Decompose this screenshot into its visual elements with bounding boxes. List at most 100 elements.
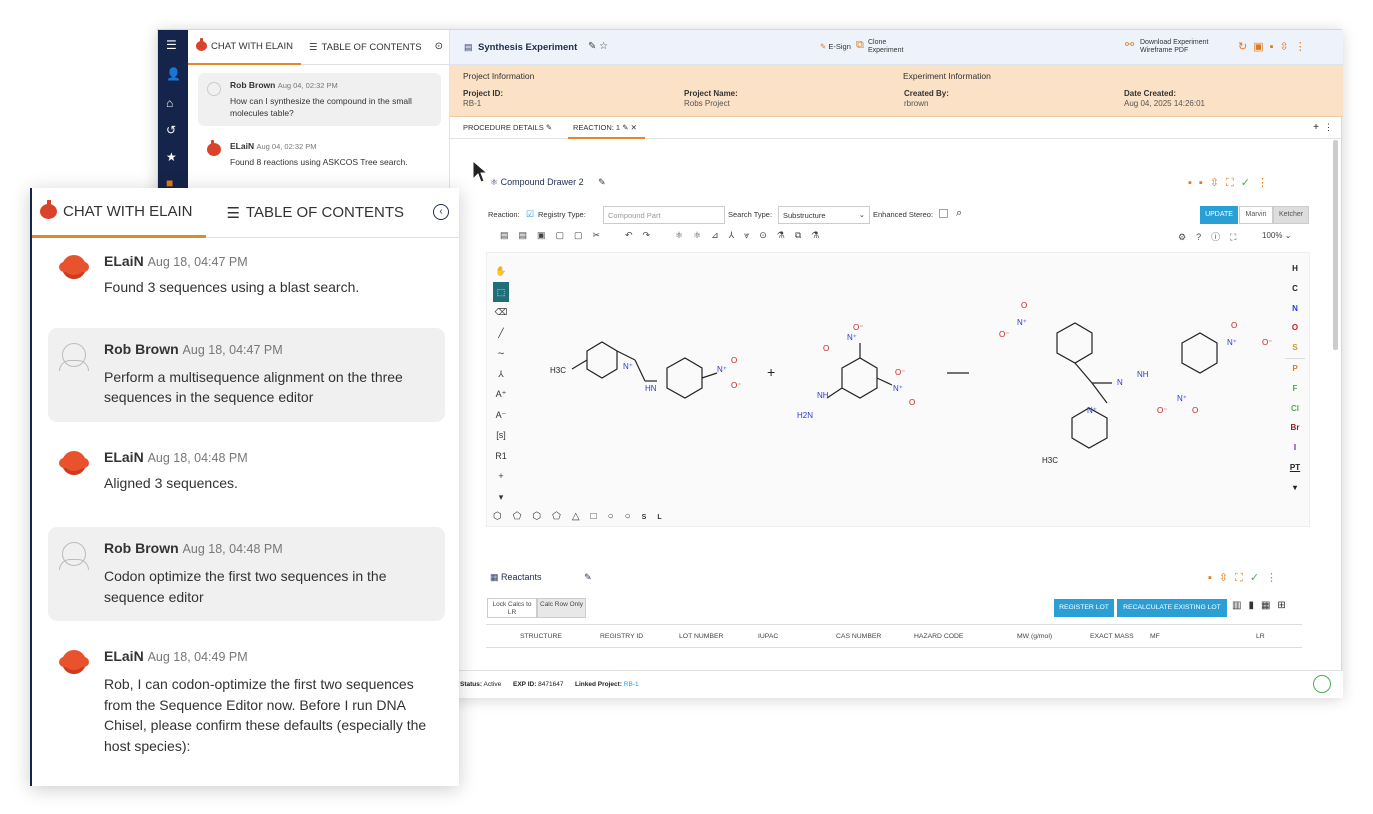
chevron-down-icon: ⌄ — [858, 210, 865, 219]
element-h[interactable]: H — [1285, 259, 1305, 279]
sgroup-icon[interactable]: [s] — [493, 425, 509, 446]
col-exact-mass: EXACT MASS — [1090, 633, 1134, 640]
rgroup-icon[interactable]: R1 — [493, 446, 509, 467]
calc-row-toggle[interactable]: Calc Row Only — [537, 598, 586, 618]
settings-tools[interactable]: ⚙?ⓘ⛶ — [1178, 230, 1246, 243]
search-type-select[interactable]: Substructure ⌄ — [778, 206, 870, 224]
bond-icon[interactable]: ╱ — [493, 323, 509, 344]
date-created-label: Date Created: — [1124, 89, 1177, 98]
tab-chat-with-elain[interactable]: CHAT WITH ELAIN — [188, 30, 301, 65]
file-tools[interactable]: ▤▤▣▢▢✂ — [500, 230, 610, 240]
home-icon[interactable]: ⌂ — [166, 96, 173, 110]
arrow-tool-icon[interactable]: + — [493, 466, 509, 487]
check-icon[interactable]: ✓ — [1241, 177, 1257, 189]
esign-button[interactable]: ✎ E-Sign — [820, 42, 851, 51]
chevron-down-icon[interactable]: ▾ — [1285, 478, 1305, 498]
svg-text:N⁺: N⁺ — [717, 365, 727, 374]
menu-icon[interactable]: ☰ — [166, 38, 177, 52]
add-tab-icon[interactable]: + — [1313, 122, 1319, 133]
charge-minus-icon[interactable]: A⁻ — [493, 405, 509, 426]
recalculate-lot-button[interactable]: RECALCULATE EXISTING LOT — [1117, 599, 1227, 617]
user-avatar-icon[interactable] — [1313, 675, 1331, 693]
more-icon[interactable]: ⋮ — [1257, 177, 1275, 189]
update-button[interactable]: UPDATE — [1200, 206, 1238, 224]
chevron-down-icon[interactable]: ▾ — [493, 487, 509, 508]
chem-tools[interactable]: ⚛⚛⊿⅄⩔⊙⚗⧉⚗ — [675, 230, 829, 241]
linked-project-link[interactable]: RB-1 — [624, 681, 639, 688]
sl-icon[interactable]: SL — [642, 514, 673, 521]
more-icon[interactable]: ⋮ — [1324, 122, 1333, 133]
chain-icon[interactable]: ∼ — [493, 343, 509, 364]
edit-icon[interactable]: ✎ — [584, 572, 592, 582]
element-c[interactable]: C — [1285, 279, 1305, 299]
element-br[interactable]: Br — [1285, 418, 1305, 438]
collapse-icon[interactable]: ‹ — [433, 204, 449, 220]
zoom-value: 100% — [1262, 231, 1283, 240]
tab-table-of-contents[interactable]: ☰ TABLE OF CONTENTS — [216, 188, 414, 238]
table-tools[interactable]: ▥▮▦⊞ — [1232, 600, 1293, 611]
split-icon[interactable]: ⇳ — [1280, 41, 1295, 53]
charge-plus-icon[interactable]: A⁺ — [493, 384, 509, 405]
compound-part-input[interactable]: Compound Part — [603, 206, 725, 224]
zoom-select[interactable]: 100% ⌄ — [1262, 231, 1291, 240]
registry-checkbox[interactable]: ☑ — [526, 209, 534, 220]
element-p[interactable]: P — [1285, 357, 1305, 379]
element-cl[interactable]: Cl — [1285, 399, 1305, 419]
pdf-icon[interactable]: ▪ — [1188, 177, 1199, 189]
select-icon[interactable]: ⬚ — [493, 281, 509, 302]
tab-procedure-details[interactable]: PROCEDURE DETAILS ✎ — [463, 123, 552, 132]
tab-chat-with-elain[interactable]: CHAT WITH ELAIN — [32, 188, 207, 238]
template-icon[interactable]: ⅄ — [493, 364, 509, 385]
element-f[interactable]: F — [1285, 379, 1305, 399]
expand-icon[interactable]: ⛶ — [1226, 177, 1241, 189]
tab-reaction-1[interactable]: REACTION: 1 ✎ ✕ — [568, 123, 645, 139]
register-lot-button[interactable]: REGISTER LOT — [1054, 599, 1114, 617]
pdf-icon[interactable]: ▪ — [1270, 41, 1280, 53]
star-icon[interactable]: ★ — [166, 150, 177, 164]
favorite-icon[interactable]: ☆ — [599, 41, 608, 52]
close-icon[interactable]: ✕ — [631, 123, 637, 132]
periodic-table-button[interactable]: PT — [1285, 458, 1305, 478]
tab-label: TABLE OF CONTENTS — [321, 41, 422, 53]
download-pdf-button[interactable]: ⚯ Download Experiment Wireframe PDF — [1125, 39, 1208, 55]
created-by-value: rbrown — [904, 99, 929, 108]
more-icon[interactable]: ⋮ — [1266, 572, 1284, 584]
element-o[interactable]: O — [1285, 318, 1305, 338]
edit-icon[interactable]: ✎ — [622, 123, 628, 132]
comment-icon[interactable]: ▪ — [1208, 572, 1219, 584]
chat-tabs: CHAT WITH ELAIN ☰ TABLE OF CONTENTS ⊙ — [188, 30, 449, 65]
hand-icon[interactable]: ✋ — [493, 261, 509, 282]
reaction-canvas[interactable]: ✋ ⬚ ⌫ ╱ ∼ ⅄ A⁺ A⁻ [s] R1 + ▾ H3C N⁺ HN N… — [486, 252, 1310, 527]
ring-templates[interactable]: ⬡⬠⬡⬠△□○○SL — [493, 511, 673, 522]
undo-redo[interactable]: ↶↷ — [625, 230, 660, 241]
split-icon[interactable]: ⇳ — [1219, 572, 1235, 584]
edit-icon[interactable]: ✎ — [598, 177, 606, 187]
element-s[interactable]: S — [1285, 338, 1305, 358]
ketcher-toggle[interactable]: Ketcher — [1273, 206, 1309, 224]
message-time: Aug 04, 02:32 PM — [277, 81, 338, 90]
more-icon[interactable]: ⋮ — [1295, 41, 1312, 53]
svg-text:O⁻: O⁻ — [999, 330, 1009, 339]
scrollbar[interactable] — [1333, 140, 1338, 350]
expand-icon[interactable]: ⛶ — [1235, 572, 1250, 584]
element-i[interactable]: I — [1285, 438, 1305, 458]
eraser-icon[interactable]: ⌫ — [493, 302, 509, 323]
tab-table-of-contents[interactable]: ☰ TABLE OF CONTENTS — [301, 30, 430, 65]
check-icon[interactable]: ✓ — [1250, 572, 1266, 584]
exp-id-label: EXP ID: — [513, 681, 537, 688]
refresh-icon[interactable]: ↻ — [1238, 41, 1253, 53]
enhanced-stereo-checkbox[interactable] — [939, 209, 948, 218]
collapse-icon[interactable]: ⊙ — [435, 41, 443, 52]
clone-button[interactable]: ⧉ Clone Experiment — [856, 39, 903, 55]
user-icon[interactable]: 👤 — [166, 67, 181, 81]
clipboard-icon[interactable]: ▣ — [1253, 41, 1269, 53]
marvin-toggle[interactable]: Marvin — [1239, 206, 1273, 224]
element-n[interactable]: N — [1285, 299, 1305, 319]
split-icon[interactable]: ⇳ — [1210, 177, 1226, 189]
lock-calcs-toggle[interactable]: Lock Calcs to LR — [487, 598, 537, 618]
history-icon[interactable]: ↺ — [166, 123, 176, 137]
search-icon[interactable]: ⌕ — [956, 207, 962, 220]
comment-icon[interactable]: ▪ — [1199, 177, 1210, 189]
edit-icon[interactable]: ✎ — [546, 123, 552, 132]
edit-icon[interactable]: ✎ — [588, 41, 596, 52]
